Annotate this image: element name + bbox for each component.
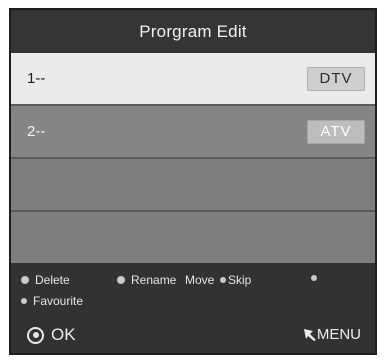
favourite-option[interactable]: Favourite [21,294,83,308]
empty-program-row [11,159,375,212]
program-type-badge: ATV [307,119,365,144]
program-type-badge: DTV [307,66,365,91]
ok-label: OK [51,325,76,344]
program-row-1[interactable]: 1-- DTV [11,53,375,106]
green-button-icon [117,276,125,284]
blue-button-indicator[interactable] [311,275,323,281]
menu-label: MENU [316,326,361,343]
delete-label: Delete [35,273,70,287]
delete-option[interactable]: Delete [21,273,70,287]
empty-program-row [11,212,375,265]
program-label: 2-- [27,123,46,140]
menu-button[interactable]: MENU [303,326,361,343]
ok-circle-icon [27,326,44,344]
rename-label: Rename [131,273,177,287]
footer-bar: OK MENU [11,315,375,353]
options-legend: Delete Rename Move Skip Favourite [11,263,375,315]
skip-option[interactable]: Skip [220,273,251,287]
blue-button-icon [311,275,317,281]
move-option[interactable]: Move [185,273,214,287]
program-edit-window: Prorgram Edit 1-- DTV 2-- ATV Delete Ren… [9,8,377,355]
favourite-label: Favourite [33,294,84,308]
program-label: 1-- [27,70,46,87]
favourite-dot-icon [21,298,27,304]
menu-arrow-icon [303,328,316,341]
red-button-icon [21,276,29,284]
program-row-2[interactable]: 2-- ATV [11,106,375,159]
move-label: Move [185,273,215,287]
rename-option[interactable]: Rename [117,273,176,287]
skip-label: Skip [228,273,252,287]
ok-button[interactable]: OK [27,325,76,345]
window-title: Prorgram Edit [11,10,375,53]
yellow-button-icon [220,277,226,283]
